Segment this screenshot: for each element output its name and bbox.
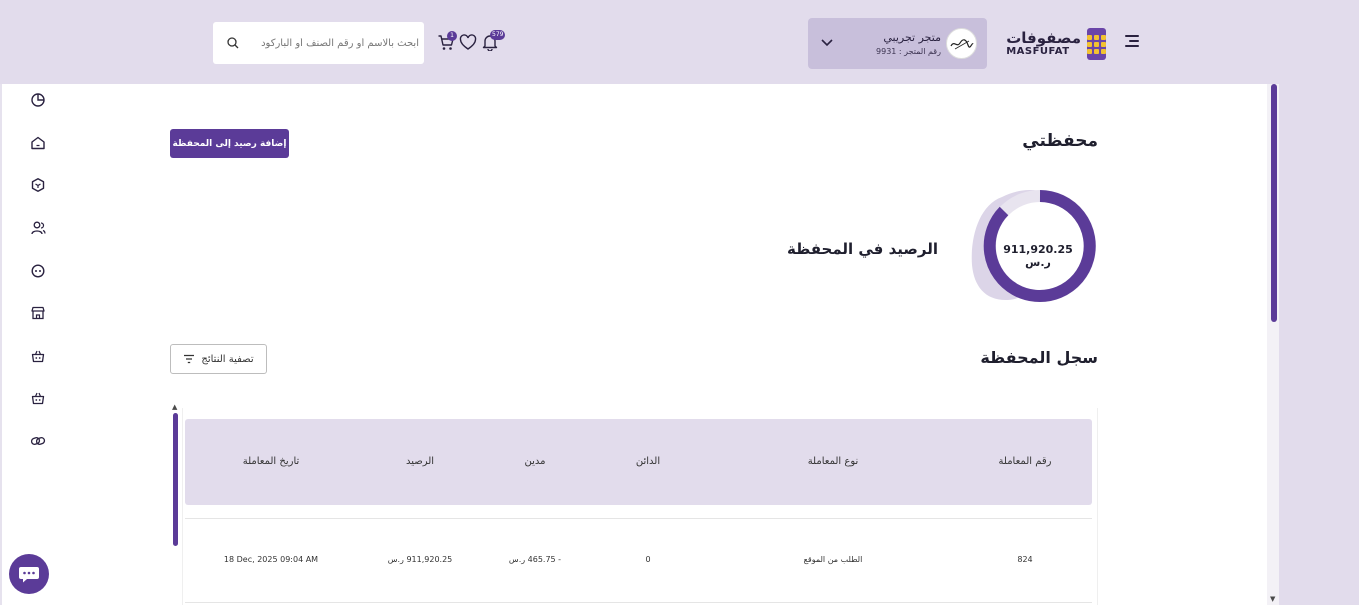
notifications-badge: 579 xyxy=(490,30,506,40)
search-box[interactable] xyxy=(213,22,424,64)
chat-bubble-icon xyxy=(19,567,39,583)
page-edge xyxy=(0,0,2,605)
hamburger-menu-icon[interactable] xyxy=(1125,35,1139,47)
link-icon xyxy=(30,437,46,445)
sidebar-item-dashboard[interactable] xyxy=(30,92,46,108)
cell-creditor: 0 xyxy=(645,555,651,564)
scroll-up-arrow-icon[interactable]: ▲ xyxy=(172,403,177,411)
cart-button[interactable]: 1 xyxy=(437,31,457,54)
logo-mark-icon xyxy=(1087,28,1106,60)
box-icon xyxy=(31,178,45,192)
search-input[interactable] xyxy=(243,22,419,64)
chevron-down-icon xyxy=(821,39,833,47)
store-icon xyxy=(31,306,45,320)
sidebar xyxy=(1279,84,1359,605)
cell-debit: - 465.75 ر.س xyxy=(508,555,562,564)
cart-badge: 1 xyxy=(447,31,457,41)
cell-balance: 911,920.25 ر.س xyxy=(387,555,453,564)
notifications-button[interactable]: 579 xyxy=(481,30,506,53)
sidebar-item-products[interactable] xyxy=(30,177,46,193)
face-icon xyxy=(31,264,45,278)
store-number: رقم المتجر : 9931 xyxy=(876,47,941,56)
logo[interactable]: مصفوفات MASFUFAT xyxy=(1006,27,1106,61)
top-bar xyxy=(0,0,1359,84)
logo-english: MASFUFAT xyxy=(1006,45,1070,57)
balance-value: 911,920.25 ر.س xyxy=(1003,243,1073,269)
filter-label: تصفية النتائج xyxy=(201,353,254,365)
col-header-transaction-type: نوع المعاملة xyxy=(807,456,859,467)
basket-alt-icon xyxy=(31,392,45,405)
sidebar-item-customers[interactable] xyxy=(30,220,46,236)
sidebar-item-store[interactable] xyxy=(30,305,46,321)
basket-icon xyxy=(31,350,45,363)
heart-icon xyxy=(459,34,477,50)
sidebar-item-purchases[interactable] xyxy=(30,390,46,406)
row-divider xyxy=(185,518,1092,519)
scroll-down-arrow-icon[interactable]: ▼ xyxy=(1270,595,1275,603)
store-name: متجر تجريبي xyxy=(883,31,941,44)
row-divider xyxy=(185,602,1092,603)
col-header-balance: الرصيد xyxy=(405,456,435,467)
sidebar-item-home[interactable] xyxy=(30,135,46,151)
table-scrollbar-thumb[interactable] xyxy=(173,413,178,546)
sidebar-item-support[interactable] xyxy=(30,263,46,279)
store-switcher[interactable]: متجر تجريبي رقم المتجر : 9931 xyxy=(808,18,987,69)
filter-results-button[interactable]: تصفية النتائج xyxy=(170,344,267,374)
col-header-debit: مدين xyxy=(524,456,546,467)
col-header-transaction-date: تاريخ المعاملة xyxy=(242,456,300,467)
wallet-log-title: سجل المحفظة xyxy=(980,348,1098,367)
users-icon xyxy=(31,221,46,235)
balance-label: الرصيد في المحفظة xyxy=(787,240,938,258)
store-avatar xyxy=(946,28,977,59)
col-header-transaction-number: رقم المعاملة xyxy=(998,456,1052,467)
logo-arabic: مصفوفات xyxy=(1006,28,1081,47)
filter-icon xyxy=(184,354,195,364)
chat-button[interactable] xyxy=(9,554,49,594)
col-header-creditor: الدائن xyxy=(635,456,661,467)
cell-transaction-number: 824 xyxy=(1017,555,1033,564)
pie-chart-icon xyxy=(31,93,45,107)
add-balance-button[interactable]: إضافة رصيد إلى المحفظة xyxy=(170,129,289,158)
sidebar-item-integrations[interactable] xyxy=(30,433,46,449)
sidebar-item-orders[interactable] xyxy=(30,348,46,364)
home-icon xyxy=(31,136,45,150)
search-icon xyxy=(227,37,239,49)
cell-transaction-type: الطلب من الموقع xyxy=(803,555,863,564)
wishlist-button[interactable] xyxy=(459,34,479,54)
page-title: محفظتي xyxy=(1022,131,1098,151)
cell-transaction-date: 18 Dec, 2025 09:04 AM xyxy=(223,555,319,564)
content-scrollbar-thumb[interactable] xyxy=(1271,84,1277,322)
